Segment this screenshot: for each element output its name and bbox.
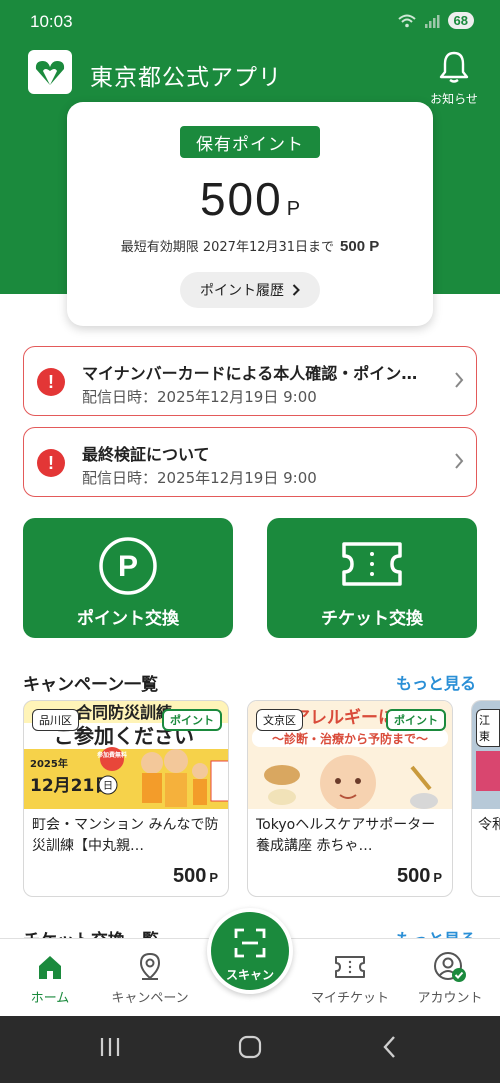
points-number: 500	[199, 173, 283, 225]
campaign-banner-free: 参加費無料	[96, 751, 127, 759]
points-badge: 保有ポイント	[180, 126, 320, 158]
alert-title: 最終検証について	[82, 445, 210, 464]
campaign-price-value: 500	[396, 865, 431, 887]
points-expiry: 最短有効期限 2027年12月31日まで 500 P	[67, 236, 433, 255]
campaign-banner-sub: 〜診断・治療から予防まで〜	[272, 731, 428, 746]
campaign-card[interactable]: アレルギーに 〜診断・治療から予防まで〜 文京区 ポイント Tokyoヘルスケア…	[247, 700, 453, 897]
scan-button[interactable]: スキャン	[207, 908, 293, 994]
ginkgo-logo-icon	[35, 61, 65, 85]
campaign-price: 500 P	[173, 865, 218, 888]
alert-item[interactable]: ! 最終検証について 配信日時：2025年12月19日 9:00	[23, 427, 477, 497]
map-pin-icon	[102, 951, 198, 983]
home-system-icon[interactable]	[237, 1034, 263, 1060]
status-icons: 68	[397, 12, 474, 29]
point-exchange-label: ポイント交換	[77, 609, 179, 629]
points-value: 500 P	[67, 172, 433, 226]
home-icon	[2, 951, 98, 983]
nav-account[interactable]: アカウント	[402, 951, 498, 1006]
ticket-exchange-label: チケット交換	[321, 609, 423, 629]
nav-account-label: アカウント	[417, 991, 483, 1006]
campaign-price-value: 500	[172, 865, 207, 887]
campaign-area-tag: 江東	[476, 709, 500, 747]
campaign-title: 町会・マンション みんなで防災訓練【中丸親…	[32, 817, 219, 854]
point-exchange-button[interactable]: P ポイント交換	[23, 518, 233, 638]
ticket-icon	[267, 536, 477, 592]
account-icon	[402, 951, 498, 983]
signal-icon	[424, 14, 440, 28]
campaign-point-badge: ポイント	[162, 709, 222, 731]
point-coin-icon: P	[23, 536, 233, 596]
alert-date: 配信日時：2025年12月19日 9:00	[82, 388, 317, 406]
status-bar: 10:03 68	[0, 0, 500, 46]
campaign-section-title: キャンペーン一覧	[23, 675, 159, 695]
alert-item[interactable]: ! マイナンバーカードによる本人確認・ポイン… 配信日時：2025年12月19日…	[23, 346, 477, 416]
point-history-label: ポイント履歴	[200, 283, 284, 299]
exclamation-icon: !	[37, 449, 65, 477]
alert-title: マイナンバーカードによる本人確認・ポイン…	[82, 364, 418, 383]
ticket-exchange-button[interactable]: チケット交換	[267, 518, 477, 638]
campaign-title: 令和	[478, 817, 500, 833]
alert-date: 配信日時：2025年12月19日 9:00	[82, 469, 317, 487]
chevron-right-icon	[455, 372, 464, 388]
scan-frame-icon	[234, 928, 266, 958]
campaign-price-unit: P	[209, 870, 218, 885]
campaign-banner-top: 合同防災訓練	[76, 703, 172, 722]
notifications-label: お知らせ	[430, 92, 478, 106]
campaign-more-link[interactable]: もっと見る	[396, 670, 476, 694]
campaign-card[interactable]: 合同防災訓練 ご参加ください 2025年 12月21日 日 参加費無料 品川区 …	[23, 700, 229, 897]
scan-label: スキャン	[225, 968, 274, 982]
tokyo-logo	[28, 50, 72, 94]
nav-campaign-label: キャンペーン	[111, 991, 189, 1006]
chevron-right-icon	[455, 453, 464, 469]
bell-icon	[439, 51, 469, 83]
system-navigation-bar	[0, 1016, 500, 1083]
campaign-banner-weekday: 日	[103, 781, 113, 792]
wifi-icon	[397, 14, 416, 27]
notifications-button[interactable]: お知らせ	[428, 50, 480, 107]
campaign-area-tag: 品川区	[32, 709, 79, 731]
status-time: 10:03	[30, 12, 73, 31]
campaign-card-partial[interactable]: 江東 令和	[471, 700, 500, 897]
back-icon[interactable]	[380, 1034, 400, 1060]
campaign-banner-title: アレルギーに	[293, 708, 395, 728]
nav-home-label: ホーム	[30, 991, 70, 1006]
expiry-points: 500 P	[340, 238, 380, 255]
chevron-right-icon	[292, 284, 300, 296]
nav-my-ticket[interactable]: マイチケット	[302, 951, 398, 1006]
points-unit: P	[286, 198, 301, 220]
campaign-price: 500 P	[397, 865, 442, 888]
point-history-button[interactable]: ポイント履歴	[180, 272, 320, 308]
exclamation-icon: !	[37, 368, 65, 396]
app-title: 東京都公式アプリ	[90, 65, 282, 91]
battery-indicator: 68	[447, 12, 474, 29]
points-card: 保有ポイント 500 P 最短有効期限 2027年12月31日まで 500 P ポイ…	[67, 102, 433, 326]
campaign-price-unit: P	[433, 870, 442, 885]
campaign-title: Tokyoヘルスケアサポーター養成講座 赤ちゃ…	[256, 817, 436, 854]
svg-text:P: P	[118, 550, 138, 583]
nav-my-ticket-label: マイチケット	[310, 991, 389, 1006]
campaign-point-badge: ポイント	[386, 709, 446, 731]
nav-campaign[interactable]: キャンペーン	[102, 951, 198, 1006]
campaign-banner-year: 2025年	[30, 757, 68, 770]
recent-apps-icon[interactable]	[98, 1034, 122, 1060]
expiry-text: 最短有効期限 2027年12月31日まで	[120, 240, 335, 255]
campaign-area-tag: 文京区	[256, 709, 303, 731]
nav-home[interactable]: ホーム	[2, 951, 98, 1006]
ticket-icon	[302, 951, 398, 983]
